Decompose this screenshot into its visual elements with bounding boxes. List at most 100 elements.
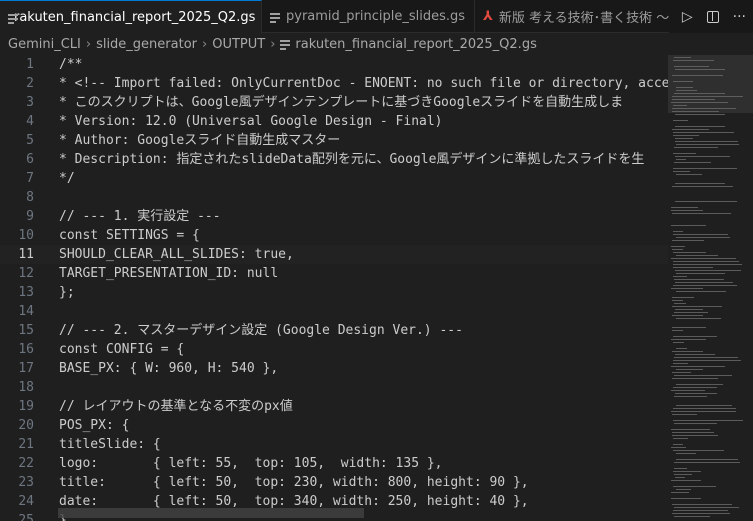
breadcrumb-item-gemini-cli[interactable]: Gemini_CLI [8,37,81,52]
gs-file-icon [270,11,280,23]
code-text: */ [59,171,75,186]
code-line[interactable]: 20 POS_PX: { [0,416,668,435]
minimap-line [676,159,686,160]
code-line[interactable]: 5 * Author: Googleスライド自動生成マスター [0,131,668,150]
minimap-line [671,366,725,367]
code-line[interactable]: 2 * <!-- Import failed: OnlyCurrentDoc - … [0,74,668,93]
line-number: 1 [26,57,34,72]
code-line[interactable]: 23 title: { left: 50, top: 230, width: 80… [0,473,668,492]
minimap-line [675,309,703,310]
minimap-line [673,105,687,106]
horizontal-scrollbar[interactable] [58,508,364,518]
minimap-line [673,234,728,235]
tab-pyramid-principle-slides[interactable]: pyramid_principle_slides.gs [262,0,475,33]
minimap-line [673,471,701,472]
minimap-line [672,315,703,316]
split-editor-icon[interactable] [706,10,719,23]
code-line[interactable]: 22 logo: { left: 55, top: 105, width: 135… [0,454,668,473]
minimap-line [671,429,710,430]
more-actions-icon[interactable]: ··· [733,9,746,25]
breadcrumb-item-slide-generator[interactable]: slide_generator [96,37,197,52]
code-line[interactable]: 12 TARGET_PRESENTATION_ID: null [0,264,668,283]
code-line[interactable]: 18 [0,378,668,397]
line-number: 23 [18,475,34,490]
line-number: 3 [26,95,34,110]
code-line[interactable]: 17 BASE_PX: { W: 960, H: 540 }, [0,359,668,378]
code-line[interactable]: 21 titleSlide: { [0,435,668,454]
minimap-line [676,318,721,319]
minimap-line [671,498,701,499]
code-line[interactable]: 6 * Description: 指定されたslideData配列を元に、Goog… [0,150,668,169]
minimap-line [676,255,718,256]
minimap-line [671,411,736,412]
minimap-line [674,396,707,397]
tab-label: rakuten_financial_report_2025_Q2.gs [14,10,256,25]
code-text: // レイアウトの基準となる不変のpx値 [59,399,293,414]
minimap-line [673,510,728,511]
code-line[interactable]: 1 /** [0,55,668,74]
code-text: SHOULD_CLEAR_ALL_SLIDES: true, [59,247,294,262]
minimap-line [672,306,722,307]
minimap-line [674,423,717,424]
code-line[interactable]: 16 const CONFIG = { [0,340,668,359]
minimap-line [673,267,713,268]
tab-pdf-document[interactable]: ⅄ 新版 考える技術･書く技術 〜問 [475,0,675,33]
code-text: }; [59,285,75,300]
line-number: 22 [18,456,34,471]
breadcrumb-item-file[interactable]: rakuten_financial_report_2025_Q2.gs [295,37,536,52]
minimap-line [676,348,687,349]
minimap-line [673,171,690,172]
minimap-line [674,507,739,508]
minimap-line [675,282,733,283]
minimap-line [676,384,723,385]
minimap-line [673,336,717,337]
line-number: 17 [18,361,34,376]
minimap-line [674,468,687,469]
minimap-line [673,285,737,286]
line-number: 24 [18,494,34,509]
code-text: * Description: 指定されたslideData配列を元に、Googl… [59,152,645,167]
minimap-line [675,114,725,115]
minimap-line [676,291,726,292]
code-line[interactable]: 9 // --- 1. 実行設定 --- [0,207,668,226]
code-line[interactable]: 15 // --- 2. マスターデザイン設定 (Google Design Ve… [0,321,668,340]
code-line[interactable]: 4 * Version: 12.0 (Universal Google Desig… [0,112,668,131]
pdf-file-icon: ⅄ [483,9,493,24]
minimap-line [673,276,687,277]
code-line[interactable]: 3 * このスクリプトは、Google風デザインテンプレートに基づきGoogleス… [0,93,668,112]
minimap-line [675,183,725,184]
minimap-line [675,126,725,127]
minimap-line [671,447,686,448]
minimap-line [673,438,688,439]
minimap-line [673,420,743,421]
line-number: 19 [18,399,34,414]
tab-label: 新版 考える技術･書く技術 〜問 [498,11,675,26]
code-line[interactable]: 10 const SETTINGS = { [0,226,668,245]
line-number: 14 [18,304,34,319]
minimap-line [676,405,732,406]
breadcrumb-item-output[interactable]: OUTPUT [212,37,265,52]
minimap-line [671,339,706,340]
code-line[interactable]: 11 SHOULD_CLEAR_ALL_SLIDES: true, [0,245,668,264]
code-line[interactable]: 14 [0,302,668,321]
minimap-line [674,279,724,280]
minimap[interactable] [668,55,753,521]
minimap-line [674,57,691,58]
code-text: titleSlide: { [59,437,161,452]
code-line[interactable]: 8 [0,188,668,207]
minimap-line [672,75,723,76]
minimap-line [671,288,703,289]
minimap-line [673,132,734,133]
minimap-line [672,111,719,112]
chevron-right-icon: › [85,36,92,52]
code-line[interactable]: 19 // レイアウトの基準となる不変のpx値 [0,397,668,416]
code-text: title: { left: 50, top: 230, width: 800,… [59,475,529,490]
code-line[interactable]: 13}; [0,283,668,302]
minimap-line [673,81,693,82]
code-text: // --- 2. マスターデザイン設定 (Google Design Ver.… [59,323,463,338]
tab-rakuten-financial-report[interactable]: rakuten_financial_report_2025_Q2.gs ✕ [0,0,262,34]
run-icon[interactable]: ▷ [682,9,693,25]
code-editor[interactable]: 1 /** 2 * <!-- Import failed: OnlyCurrentDo… [0,55,668,521]
minimap-line [673,261,739,262]
code-line[interactable]: 7 */ [0,169,668,188]
